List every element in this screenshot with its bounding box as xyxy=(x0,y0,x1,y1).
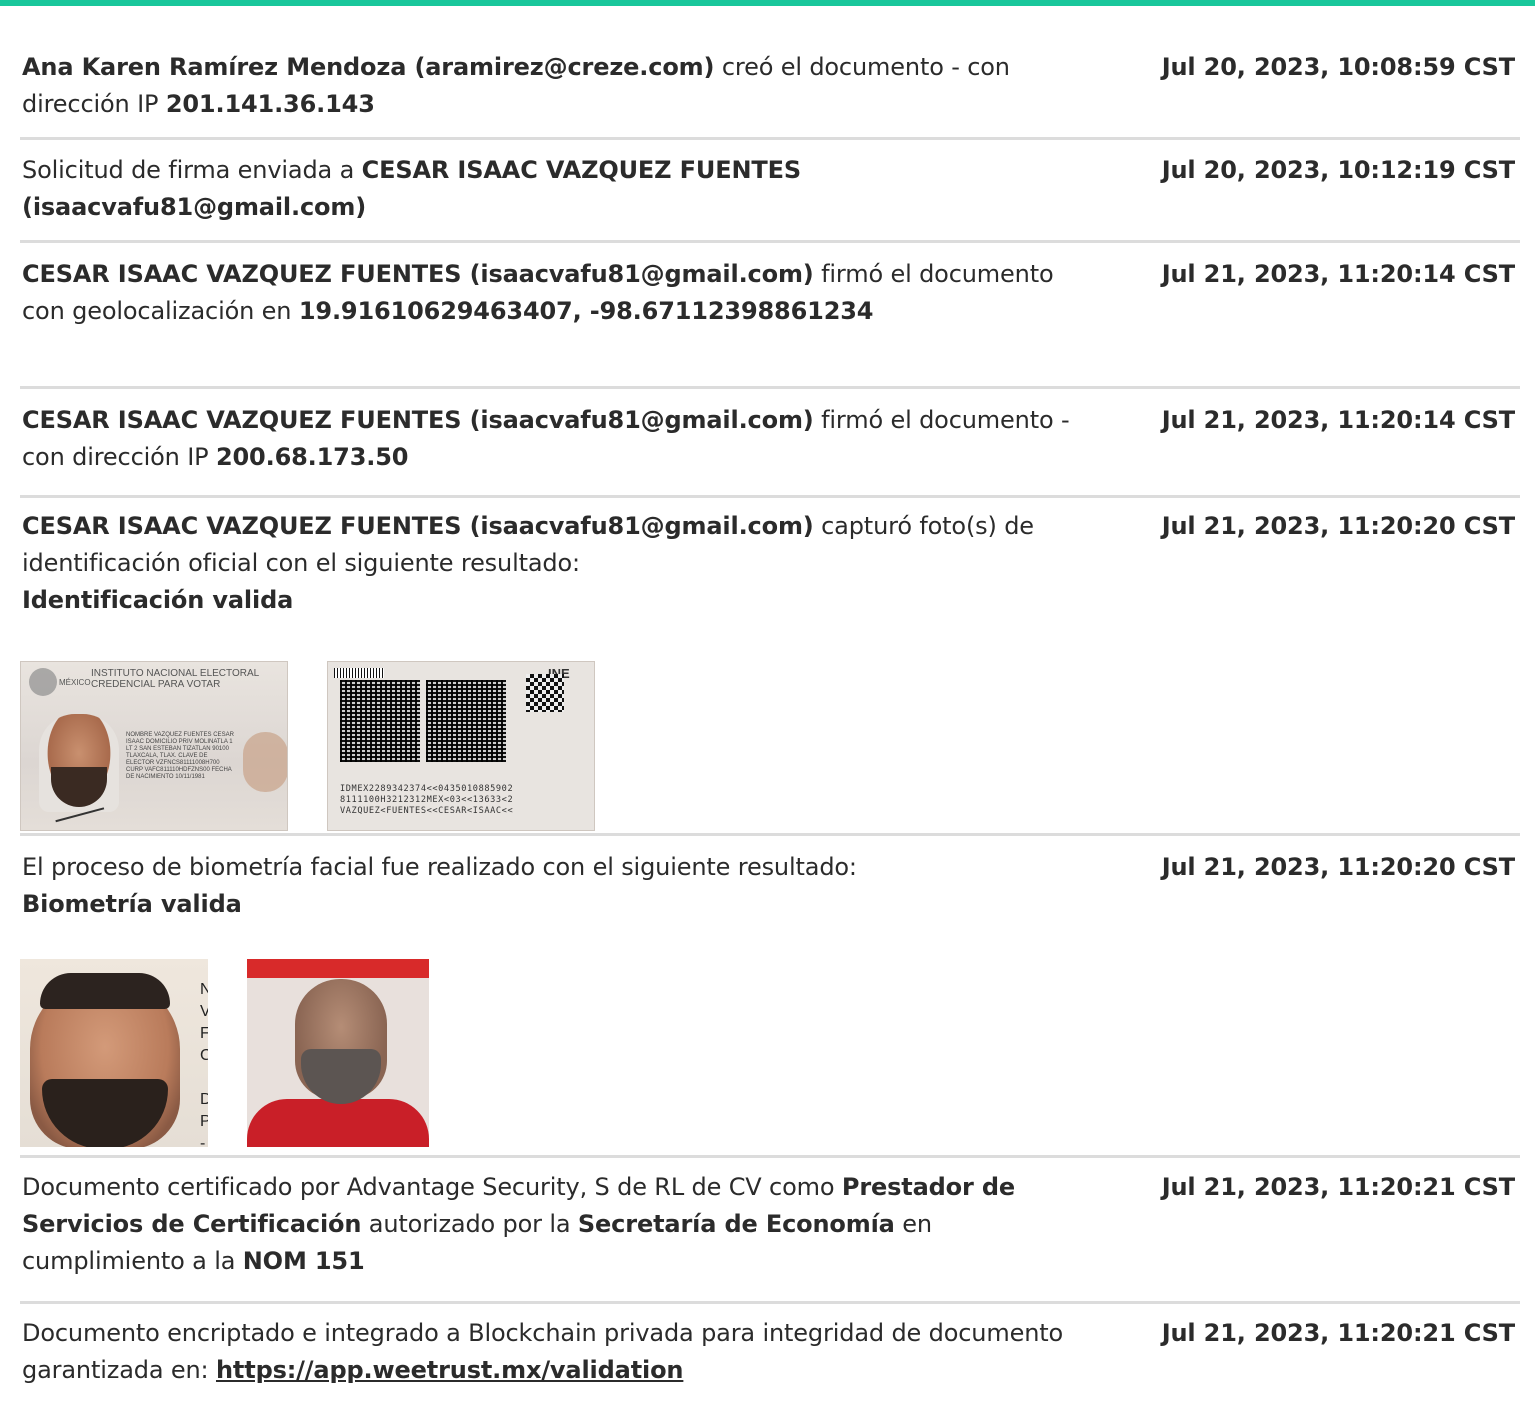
event-text: autorizado por la xyxy=(361,1210,578,1238)
data-matrix-1 xyxy=(340,680,420,762)
id-country: MÉXICO xyxy=(59,678,91,687)
event-date: Jul 21, 2023, 11:20:21 CST xyxy=(1161,1173,1515,1201)
divider xyxy=(20,240,1520,243)
event-date: Jul 21, 2023, 11:20:20 CST xyxy=(1161,512,1515,540)
id-back-image: INE IDMEX2289342374<<0435010885902 81111… xyxy=(327,661,595,831)
selfie-image xyxy=(247,959,429,1147)
signer: CESAR ISAAC VAZQUEZ FUENTES (isaacvafu81… xyxy=(22,406,814,434)
event-date: Jul 21, 2023, 11:20:21 CST xyxy=(1161,1319,1515,1347)
id-ghost-portrait xyxy=(243,732,287,792)
event-text: Solicitud de firma enviada a xyxy=(22,156,362,184)
id-front-image: MÉXICO INSTITUTO NACIONAL ELECTORAL CREDE… xyxy=(20,661,288,831)
event-date: Jul 20, 2023, 10:08:59 CST xyxy=(1161,53,1515,81)
qr-code xyxy=(526,674,564,712)
data-matrix-2 xyxy=(426,680,506,762)
divider xyxy=(20,833,1520,836)
result-text: Biometría valida xyxy=(22,890,242,918)
event-date: Jul 21, 2023, 11:20:20 CST xyxy=(1161,853,1515,881)
event-description: Solicitud de firma enviada a CESAR ISAAC… xyxy=(22,152,1077,226)
event-date: Jul 21, 2023, 11:20:14 CST xyxy=(1161,260,1515,288)
event-description: CESAR ISAAC VAZQUEZ FUENTES (isaacvafu81… xyxy=(22,508,1077,619)
divider xyxy=(20,1301,1520,1304)
event-text: Documento certificado por Advantage Secu… xyxy=(22,1173,842,1201)
ip-address: 200.68.173.50 xyxy=(215,443,409,471)
divider xyxy=(20,1155,1520,1158)
norm: NOM 151 xyxy=(242,1247,365,1275)
event-date: Jul 20, 2023, 10:12:19 CST xyxy=(1161,156,1515,184)
geolocation: 19.91610629463407, -98.67112398861234 xyxy=(298,297,874,325)
event-text: El proceso de biometría facial fue reali… xyxy=(22,853,857,881)
hair xyxy=(40,973,170,1009)
beard xyxy=(301,1049,381,1104)
event-description: Documento certificado por Advantage Secu… xyxy=(22,1169,1077,1280)
divider xyxy=(20,386,1520,389)
id-header: INSTITUTO NACIONAL ELECTORAL CREDENCIAL P… xyxy=(91,668,259,690)
id-details: NOMBRE VAZQUEZ FUENTES CESAR ISAAC DOMIC… xyxy=(126,732,234,780)
event-description: El proceso de biometría facial fue reali… xyxy=(22,849,1077,923)
signer: CESAR ISAAC VAZQUEZ FUENTES (isaacvafu81… xyxy=(22,512,814,540)
event-description: CESAR ISAAC VAZQUEZ FUENTES (isaacvafu81… xyxy=(22,256,1077,330)
actor: Ana Karen Ramírez Mendoza (aramirez@crez… xyxy=(22,53,715,81)
barcode xyxy=(334,668,384,678)
id-face-crop-image: N V F C D P - T xyxy=(20,959,208,1147)
validation-link[interactable]: https://app.weetrust.mx/validation xyxy=(216,1356,684,1384)
id-header-line2: CREDENCIAL PARA VOTAR xyxy=(91,679,221,690)
event-description: Ana Karen Ramírez Mendoza (aramirez@crez… xyxy=(22,49,1077,123)
result-text: Identificación valida xyxy=(22,586,294,614)
event-description: Documento encriptado e integrado a Block… xyxy=(22,1315,1077,1389)
authority: Secretaría de Economía xyxy=(577,1210,895,1238)
signer: CESAR ISAAC VAZQUEZ FUENTES (isaacvafu81… xyxy=(22,260,814,288)
top-accent-bar xyxy=(0,0,1535,6)
event-date: Jul 21, 2023, 11:20:14 CST xyxy=(1161,406,1515,434)
id-side-letters: N V F C D P - T xyxy=(200,981,208,1147)
event-description: CESAR ISAAC VAZQUEZ FUENTES (isaacvafu81… xyxy=(22,402,1077,476)
seal-emblem xyxy=(29,668,57,696)
ip-address: 201.141.36.143 xyxy=(165,90,375,118)
divider xyxy=(20,137,1520,140)
mrz-text: IDMEX2289342374<<0435010885902 8111100H3… xyxy=(340,784,514,816)
divider xyxy=(20,495,1520,498)
shirt xyxy=(247,1099,429,1147)
id-header-line1: INSTITUTO NACIONAL ELECTORAL xyxy=(91,668,260,679)
